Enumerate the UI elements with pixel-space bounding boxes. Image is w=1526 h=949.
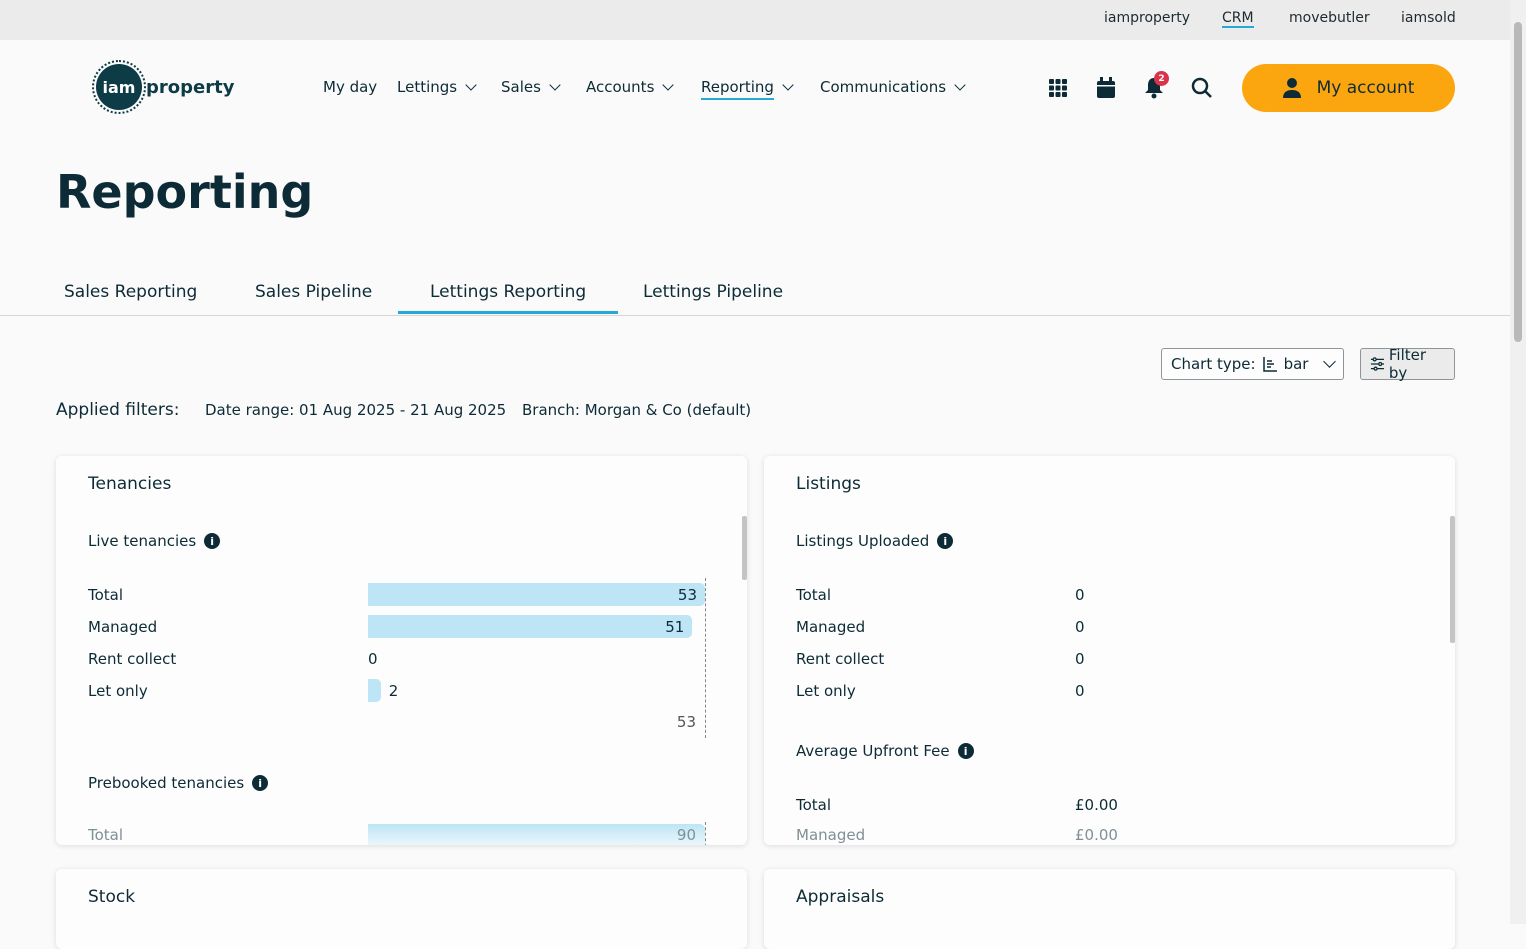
row-label: Total [796, 796, 832, 814]
info-icon[interactable]: i [957, 743, 974, 759]
filter-by-label: Filter by [1388, 346, 1427, 382]
search-icon[interactable] [1190, 76, 1214, 100]
chevron-down-icon [465, 79, 477, 91]
chart-type-value: bar [1283, 355, 1309, 373]
row-label: Managed [796, 826, 866, 844]
row-value: 0 [1075, 618, 1085, 636]
chevron-down-icon [549, 79, 561, 91]
nav-communications[interactable]: Communications [820, 78, 966, 96]
nav-label: My day [323, 78, 378, 96]
nav-label: Sales [501, 78, 541, 96]
nav-accounts[interactable]: Accounts [586, 78, 675, 96]
row-value: 0 [1075, 682, 1085, 700]
listings-uploaded-heading: Listings Uploaded i [796, 532, 954, 550]
prebooked-tenancies-heading: Prebooked tenancies i [88, 774, 269, 792]
info-icon[interactable]: i [937, 533, 954, 549]
row-value: £0.00 [1075, 826, 1118, 844]
top-bar: iamproperty CRM movebutler iamsold [0, 0, 1510, 40]
apps-grid-icon[interactable] [1046, 76, 1070, 100]
stock-card: Stock [56, 869, 747, 949]
page-title: Reporting [56, 165, 314, 219]
nav-lettings[interactable]: Lettings [397, 78, 477, 96]
axis-max-label: 53 [676, 713, 696, 731]
notification-badge: 2 [1154, 71, 1169, 86]
info-icon[interactable]: i [204, 533, 221, 549]
logo[interactable]: iam property [92, 60, 235, 114]
chart-max-line [705, 822, 706, 845]
nav-sales[interactable]: Sales [501, 78, 561, 96]
row-label: Rent collect [88, 650, 177, 668]
top-link-iamproperty[interactable]: iamproperty [1104, 10, 1190, 26]
card-title: Tenancies [88, 474, 172, 494]
bar-value: 0 [368, 650, 378, 668]
report-tabs: Sales Reporting Sales Pipeline Lettings … [0, 270, 1510, 316]
row-value: £0.00 [1075, 796, 1118, 814]
tenancies-card: Tenancies Live tenancies i Total 53 Managed… [56, 456, 747, 845]
row-label: Let only [796, 682, 856, 700]
nav-my-day[interactable]: My day [323, 78, 377, 96]
page-scrollbar[interactable] [1510, 0, 1526, 924]
section-title: Live tenancies [88, 532, 197, 550]
top-link-iamsold[interactable]: iamsold [1401, 10, 1456, 26]
nav-label: Accounts [586, 78, 655, 96]
calendar-icon[interactable] [1094, 76, 1118, 100]
row-value: 0 [1075, 586, 1085, 604]
nav-label: Lettings [397, 78, 458, 96]
row-label: Total [88, 826, 124, 844]
logo-mark: iam [92, 60, 146, 114]
bar-value: 53 [677, 586, 697, 604]
chevron-down-icon [1323, 354, 1336, 368]
section-title: Prebooked tenancies [88, 774, 245, 792]
bar-value: 2 [388, 682, 399, 700]
appraisals-card: Appraisals [764, 869, 1455, 949]
tab-sales-pipeline[interactable]: Sales Pipeline [255, 282, 372, 302]
applied-filters-label: Applied filters: [56, 400, 180, 420]
bar-let-only [368, 679, 381, 702]
bar-value: 51 [665, 618, 685, 636]
card-title: Appraisals [796, 887, 885, 907]
chevron-down-icon [782, 79, 794, 91]
bar-value: 90 [676, 826, 696, 844]
nav-label: Communications [820, 78, 947, 96]
row-label: Let only [88, 682, 148, 700]
section-title: Listings Uploaded [796, 532, 930, 550]
tab-sales-reporting[interactable]: Sales Reporting [64, 282, 197, 302]
card-title: Stock [88, 887, 136, 907]
logo-word: property [146, 76, 235, 98]
row-label: Managed [88, 618, 158, 636]
nav-label: Reporting [701, 78, 774, 100]
page-scrollbar-thumb[interactable] [1514, 22, 1522, 342]
average-upfront-fee-heading: Average Upfront Fee i [796, 742, 974, 760]
chart-max-line [705, 578, 706, 738]
chart-type-select[interactable]: Chart type: bar [1161, 348, 1344, 380]
listings-card: Listings Listings Uploaded i Total 0 Manag… [764, 456, 1455, 845]
filter-by-button[interactable]: Filter by [1360, 346, 1455, 382]
row-label: Total [796, 586, 832, 604]
top-link-movebutler[interactable]: movebutler [1289, 10, 1370, 26]
live-tenancies-heading: Live tenancies i [88, 532, 221, 550]
chart-type-label: Chart type: [1171, 355, 1256, 373]
row-value: 0 [1075, 650, 1085, 668]
chevron-down-icon [954, 79, 966, 91]
chevron-down-icon [662, 79, 675, 91]
info-icon[interactable]: i [252, 775, 269, 791]
card-title: Listings [796, 474, 861, 494]
applied-filter-date: Date range: 01 Aug 2025 - 21 Aug 2025 [205, 401, 507, 419]
row-label: Managed [796, 618, 866, 636]
my-account-button[interactable]: My account [1242, 64, 1455, 112]
my-account-label: My account [1316, 78, 1415, 98]
tab-lettings-pipeline[interactable]: Lettings Pipeline [643, 282, 783, 302]
sliders-icon [1370, 357, 1384, 371]
section-title: Average Upfront Fee [796, 742, 950, 760]
bar-chart-icon [1262, 357, 1277, 372]
nav-reporting[interactable]: Reporting [701, 78, 794, 100]
applied-filter-branch: Branch: Morgan & Co (default) [522, 401, 752, 419]
user-icon [1282, 78, 1301, 98]
card-scrollbar[interactable] [742, 516, 747, 580]
top-link-crm[interactable]: CRM [1222, 10, 1254, 28]
row-label: Rent collect [796, 650, 885, 668]
card-scrollbar[interactable] [1450, 516, 1455, 643]
row-label: Total [88, 586, 124, 604]
tab-lettings-reporting[interactable]: Lettings Reporting [398, 282, 619, 314]
